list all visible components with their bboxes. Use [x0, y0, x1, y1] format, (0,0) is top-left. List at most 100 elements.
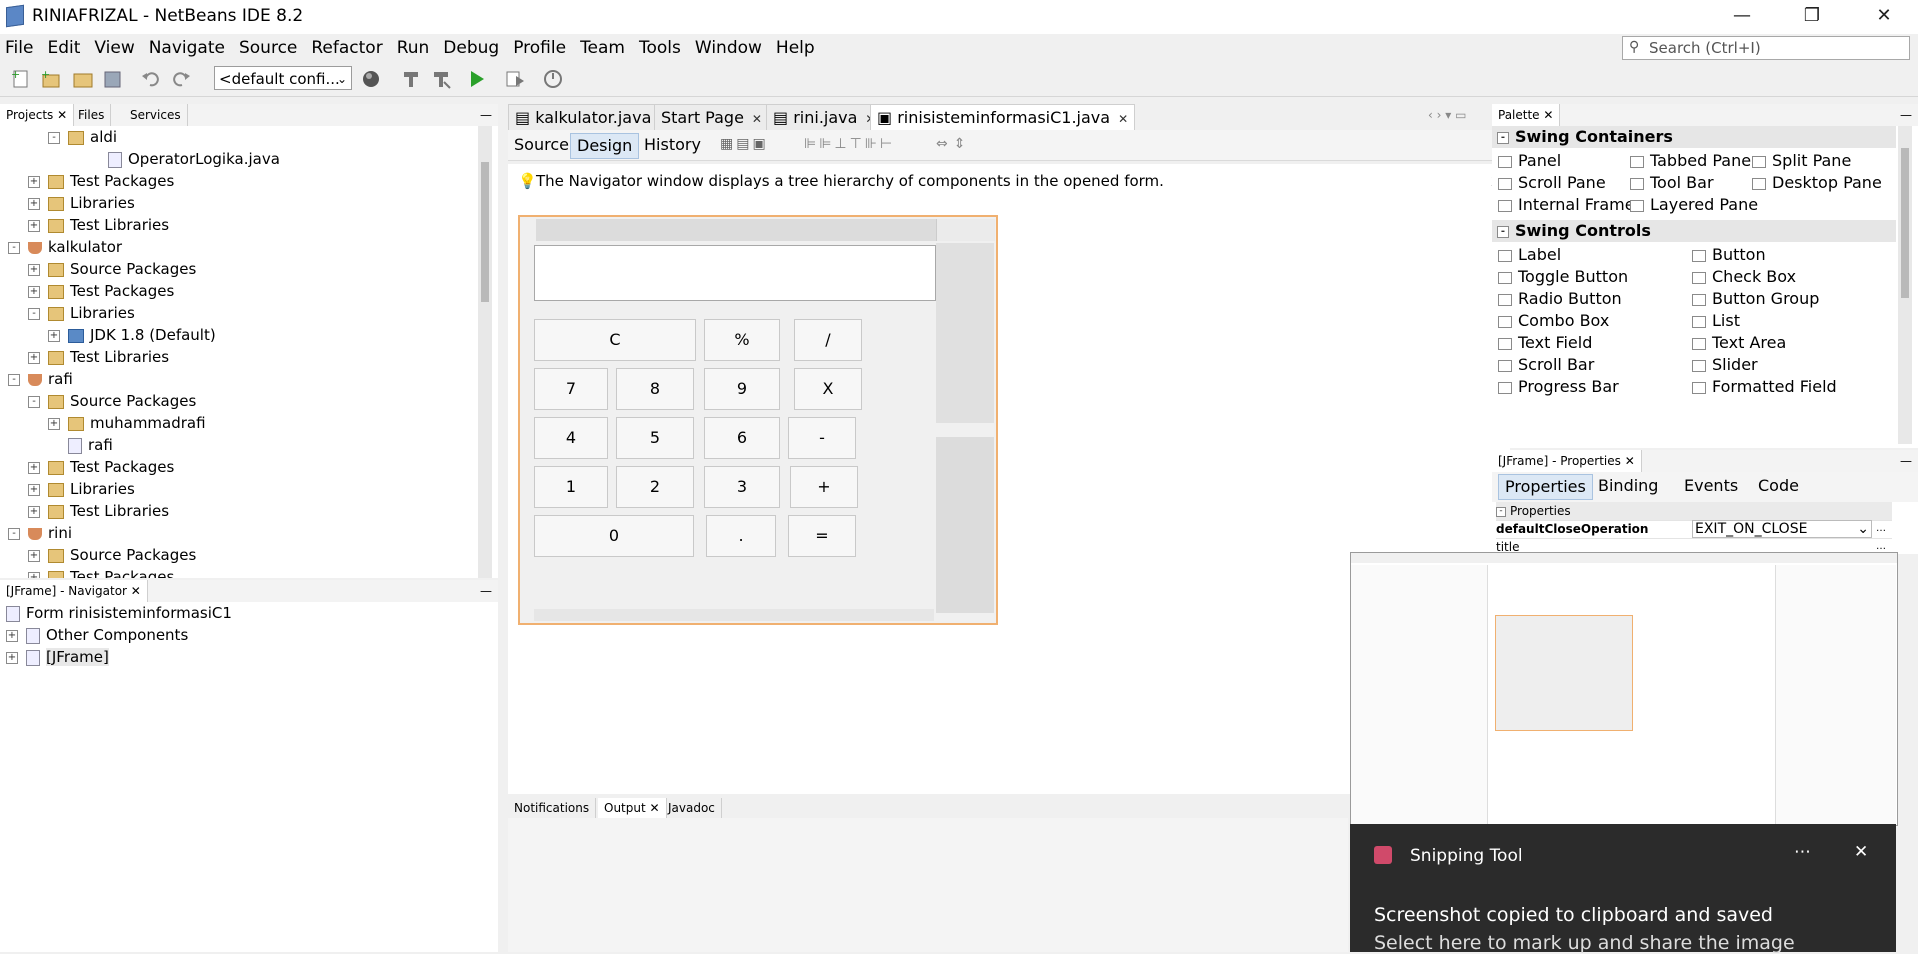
tree-row[interactable]: + Test Packages	[28, 170, 174, 192]
navigator-row[interactable]: Form rinisisteminformasiC1	[6, 602, 232, 624]
search-input[interactable]: ⚲ Search (Ctrl+I)	[1622, 36, 1910, 60]
close-icon[interactable]: ✕	[1118, 112, 1128, 126]
more-options-icon[interactable]: ⋯	[1794, 842, 1811, 862]
align-tools-icon[interactable]: ⊫⊫⊥⊤⊪⊢	[804, 136, 895, 152]
tree-row[interactable]: + Source Packages	[28, 258, 196, 280]
close-window-button[interactable]: ✕	[1856, 0, 1912, 34]
tab-events[interactable]: Events	[1678, 474, 1744, 498]
minimize-panel-icon[interactable]: —	[1900, 450, 1912, 472]
tree-row[interactable]: OperatorLogika.java	[88, 148, 280, 170]
tree-row[interactable]: - rafi	[8, 368, 73, 390]
menu-edit[interactable]: Edit	[41, 34, 86, 62]
redo-icon[interactable]	[170, 68, 192, 90]
close-icon[interactable]: ✕	[57, 108, 67, 122]
calc-button[interactable]: 4	[534, 417, 608, 459]
menu-help[interactable]: Help	[770, 34, 821, 62]
expand-icon[interactable]: +	[28, 175, 40, 188]
restore-button[interactable]: ❐	[1784, 0, 1840, 34]
collapse-icon[interactable]: -	[1496, 506, 1506, 517]
calc-button[interactable]: 1	[534, 466, 608, 508]
expand-icon[interactable]: +	[28, 197, 40, 210]
resize-tools-icon[interactable]: ⇔⇕	[936, 136, 971, 152]
calc-button[interactable]: -	[788, 417, 856, 459]
property-value-select[interactable]: EXIT_ON_CLOSE ⌄	[1692, 520, 1872, 538]
calc-button[interactable]: 3	[704, 466, 780, 508]
collapse-icon[interactable]: -	[1497, 131, 1509, 144]
palette-item[interactable]: Desktop Pane	[1752, 172, 1882, 194]
new-project-icon[interactable]: +	[40, 68, 62, 90]
expand-icon[interactable]: +	[28, 285, 40, 298]
palette-item[interactable]: Text Area	[1692, 332, 1786, 354]
profile-icon[interactable]	[542, 68, 564, 90]
palette-scroll-thumb[interactable]	[1901, 148, 1909, 298]
palette-item[interactable]: Radio Button	[1498, 288, 1622, 310]
menu-team[interactable]: Team	[574, 34, 631, 62]
collapse-icon[interactable]: -	[28, 307, 40, 320]
tab-code[interactable]: Code	[1752, 474, 1805, 498]
expand-icon[interactable]: +	[48, 417, 60, 430]
tree-row[interactable]: - rini	[8, 522, 72, 544]
open-project-icon[interactable]	[72, 68, 94, 90]
expand-icon[interactable]: +	[28, 549, 40, 562]
calc-button[interactable]: 9	[704, 368, 780, 410]
tab-navigator[interactable]: [JFrame] - Navigator ✕	[0, 580, 148, 602]
menu-profile[interactable]: Profile	[507, 34, 572, 62]
calc-button[interactable]: =	[788, 515, 856, 557]
screenshot-thumbnail[interactable]	[1350, 552, 1898, 826]
close-icon[interactable]: ✕	[650, 801, 660, 815]
menu-debug[interactable]: Debug	[437, 34, 505, 62]
minimize-panel-icon[interactable]: —	[480, 104, 492, 126]
palette-category[interactable]: - Swing Containers	[1492, 126, 1896, 148]
tree-row[interactable]: rafi	[48, 434, 113, 456]
palette-item[interactable]: Toggle Button	[1498, 266, 1628, 288]
close-icon[interactable]: ✕	[752, 112, 762, 126]
tab-notifications[interactable]: Notifications	[508, 798, 597, 818]
calc-button[interactable]: C	[534, 319, 696, 361]
display-text-field[interactable]	[534, 245, 936, 301]
palette-item[interactable]: Tabbed Pane	[1630, 150, 1751, 172]
tab-rinisisteminformasiC1[interactable]: ▣ rinisisteminformasiC1.java ✕	[870, 104, 1136, 131]
palette-item[interactable]: Panel	[1498, 150, 1561, 172]
menu-file[interactable]: File	[0, 34, 39, 62]
palette-item[interactable]: Split Pane	[1752, 150, 1851, 172]
tree-row[interactable]: + Source Packages	[28, 544, 196, 566]
expand-icon[interactable]: +	[28, 461, 40, 474]
menu-source[interactable]: Source	[233, 34, 303, 62]
tab-palette[interactable]: Palette ✕	[1492, 104, 1561, 126]
tab-kalkulator[interactable]: ▤ kalkulator.java✕	[508, 104, 677, 131]
snipping-tool-notification[interactable]: Snipping Tool ⋯ ✕ Screenshot copied to c…	[1350, 824, 1896, 954]
calc-button[interactable]: +	[790, 466, 858, 508]
calc-button[interactable]: X	[794, 368, 862, 410]
properties-section[interactable]: - Properties	[1496, 502, 1892, 521]
collapse-icon[interactable]: -	[1497, 225, 1509, 238]
scroll-tabs-icon[interactable]: ‹ › ▾ ▭	[1428, 108, 1466, 122]
tab-binding[interactable]: Binding	[1592, 474, 1664, 498]
palette-item[interactable]: Layered Pane	[1630, 194, 1758, 216]
tree-row[interactable]: + Libraries	[28, 478, 135, 500]
tree-row[interactable]: + muhammadrafi	[48, 412, 206, 434]
expand-icon[interactable]: +	[28, 483, 40, 496]
palette-item[interactable]: Label	[1498, 244, 1561, 266]
close-notification-icon[interactable]: ✕	[1854, 842, 1868, 862]
design-tools-icon[interactable]: ▦▤▣	[720, 136, 769, 152]
collapse-icon[interactable]: -	[8, 241, 20, 254]
palette-item[interactable]: Progress Bar	[1498, 376, 1619, 398]
source-button[interactable]: Source	[508, 133, 575, 157]
undo-icon[interactable]	[140, 68, 162, 90]
calc-button[interactable]: /	[794, 319, 862, 361]
calc-button[interactable]: 2	[616, 466, 694, 508]
tree-row[interactable]: - Source Packages	[28, 390, 196, 412]
calc-button[interactable]: 6	[704, 417, 780, 459]
tree-row[interactable]: + Libraries	[28, 192, 135, 214]
palette-item[interactable]: Internal Frame	[1498, 194, 1635, 216]
expand-icon[interactable]: +	[6, 651, 18, 664]
projects-scroll-thumb[interactable]	[481, 162, 489, 302]
globe-icon[interactable]	[360, 68, 382, 90]
calc-button[interactable]: %	[704, 319, 780, 361]
design-button[interactable]: Design	[570, 133, 640, 159]
minimize-button[interactable]: —	[1714, 0, 1770, 34]
palette-item[interactable]: Tool Bar	[1630, 172, 1714, 194]
tree-row[interactable]: + Test Packages	[28, 280, 174, 302]
palette-category[interactable]: - Swing Controls	[1492, 220, 1896, 242]
collapse-icon[interactable]: -	[8, 527, 20, 540]
